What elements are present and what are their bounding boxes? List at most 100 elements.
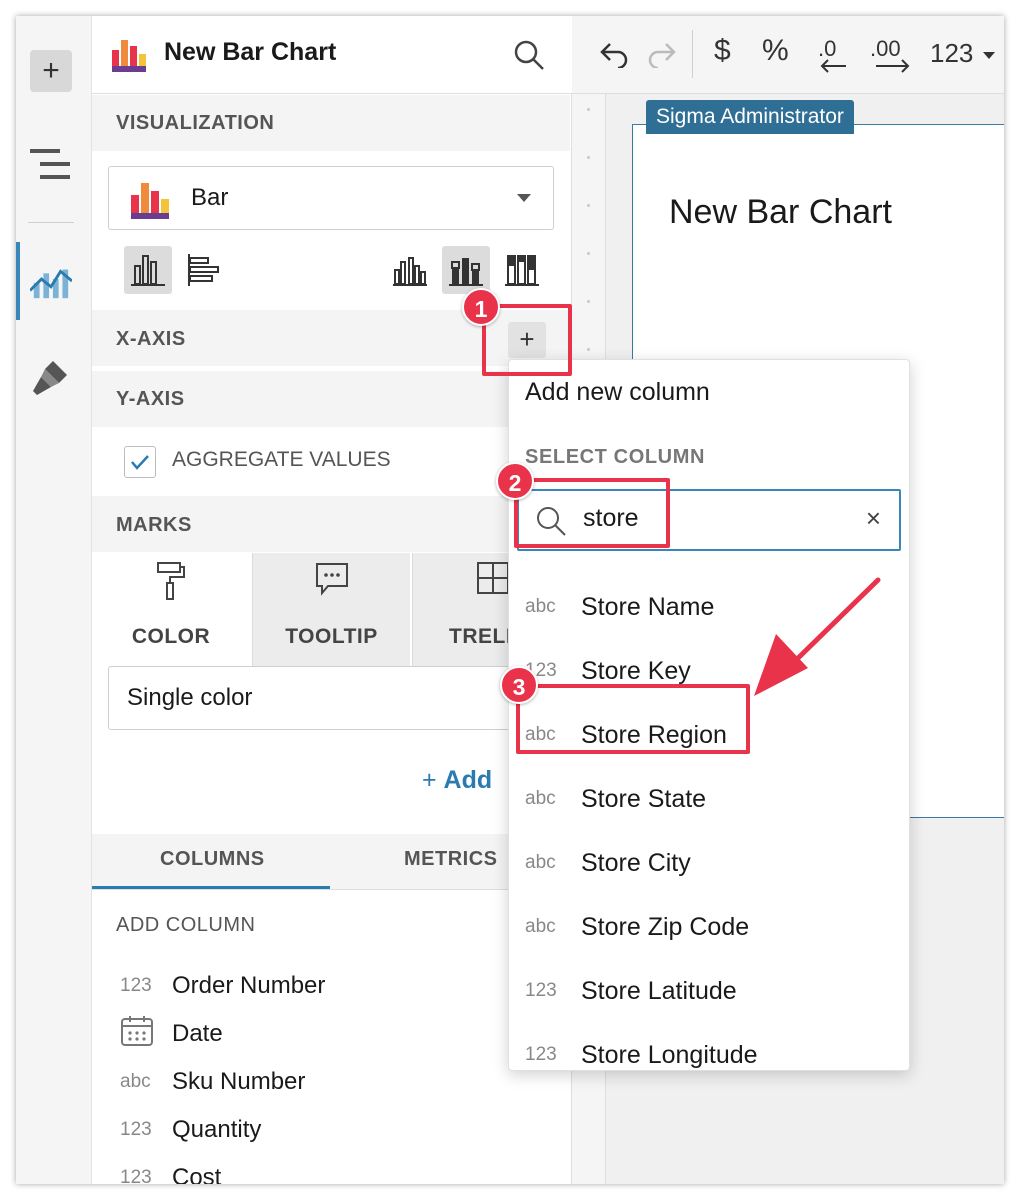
outline-button[interactable] xyxy=(30,144,72,186)
aggregate-values-label: AGGREGATE VALUES xyxy=(172,448,391,471)
tab-tooltip[interactable]: TOOLTIP xyxy=(252,553,410,667)
plus-icon: + xyxy=(42,54,60,87)
grouped-bar-button[interactable] xyxy=(386,246,434,294)
ruler-dot xyxy=(587,204,590,207)
panel-header: New Bar Chart xyxy=(92,16,572,94)
add-color-link[interactable]: + Add xyxy=(422,766,492,795)
column-item[interactable]: abc Sku Number xyxy=(120,1062,305,1102)
calendar-icon xyxy=(121,1016,153,1046)
user-badge: Sigma Administrator xyxy=(646,100,854,134)
undo-icon[interactable] xyxy=(598,40,630,68)
stacked-bar-button[interactable] xyxy=(442,246,490,294)
properties-panel: New Bar Chart VISUALIZATION Bar X-AXIS +… xyxy=(92,16,572,1184)
svg-text:.00: .00 xyxy=(870,36,901,61)
column-name: Store Name xyxy=(581,592,715,621)
column-item[interactable]: 123 Cost xyxy=(120,1158,221,1184)
app-window: + New Bar Chart VISUALIZATION Bar X-AXIS… xyxy=(16,16,1004,1184)
check-icon xyxy=(131,455,149,470)
x-axis-label: X-AXIS xyxy=(116,328,186,350)
tab-color-label: COLOR xyxy=(131,625,211,648)
left-rail: + xyxy=(16,16,92,1184)
paint-roller-icon xyxy=(157,562,185,600)
ruler-dot xyxy=(587,348,590,351)
chevron-down-icon xyxy=(982,51,995,59)
visualization-label: VISUALIZATION xyxy=(116,112,275,134)
vertical-bar-button[interactable] xyxy=(124,246,172,294)
percent-format-icon[interactable]: % xyxy=(762,34,789,68)
rail-divider xyxy=(28,222,74,223)
decrease-decimals-icon[interactable]: .0 xyxy=(814,36,858,76)
annotation-badge-1: 1 xyxy=(462,288,500,326)
marks-label: MARKS xyxy=(116,514,192,536)
columns-metrics-tabs: COLUMNS METRICS xyxy=(92,834,570,890)
list-item[interactable]: 123 Store Latitude xyxy=(525,966,737,1016)
grouped-bars-icon xyxy=(393,257,427,286)
full-stacked-bar-button[interactable] xyxy=(498,246,546,294)
column-type-label: 123 xyxy=(120,1119,152,1140)
toolbar-divider xyxy=(692,30,693,78)
rail-active-indicator xyxy=(16,242,20,320)
list-item[interactable]: 123 Store Longitude xyxy=(525,1030,758,1080)
stacked-bars-icon xyxy=(449,258,483,286)
increase-decimals-icon[interactable]: .00 xyxy=(868,36,918,76)
column-type-label: abc xyxy=(525,596,556,617)
number-format-label: 123 xyxy=(930,38,974,68)
close-icon[interactable]: × xyxy=(866,503,881,534)
column-type-label: 123 xyxy=(525,980,557,1001)
column-type-label: abc xyxy=(525,852,556,873)
active-tab-underline xyxy=(92,886,330,889)
column-item[interactable]: 123 Quantity xyxy=(120,1110,261,1150)
tab-color[interactable]: COLOR xyxy=(92,553,250,667)
column-type-label: abc xyxy=(525,788,556,809)
add-column-label: ADD COLUMN xyxy=(116,914,256,936)
annotation-box-3 xyxy=(516,684,750,754)
horizontal-bars-icon xyxy=(188,254,219,286)
chart-properties-button[interactable] xyxy=(30,260,72,302)
horizontal-bar-button[interactable] xyxy=(180,246,228,294)
color-mode-select[interactable]: Single color xyxy=(108,666,554,730)
chart-analytics-icon xyxy=(30,269,72,299)
annotation-badge-2: 2 xyxy=(496,462,534,500)
add-new-column-option[interactable]: Add new column xyxy=(525,378,710,407)
search-icon[interactable] xyxy=(512,38,546,72)
column-name: Store Zip Code xyxy=(581,912,750,941)
add-element-button[interactable]: + xyxy=(30,50,72,92)
annotation-box-2 xyxy=(514,478,670,548)
annotation-badge-3: 3 xyxy=(500,666,538,704)
paint-brush-icon xyxy=(33,361,67,395)
plus-icon: + xyxy=(422,766,444,794)
list-item[interactable]: abc Store State xyxy=(525,774,706,824)
column-type-label: 123 xyxy=(120,975,152,996)
format-button[interactable] xyxy=(30,356,72,398)
panel-title: New Bar Chart xyxy=(164,38,337,66)
ruler-dot xyxy=(587,300,590,303)
column-name: Store Longitude xyxy=(581,1040,758,1069)
aggregate-values-checkbox[interactable] xyxy=(124,446,156,478)
outline-icon xyxy=(30,149,70,179)
number-format-dropdown[interactable]: 123 xyxy=(930,38,995,69)
column-type xyxy=(120,1015,172,1053)
tab-columns[interactable]: COLUMNS xyxy=(160,848,265,871)
color-mode-value: Single color xyxy=(127,684,253,711)
column-item[interactable]: Date xyxy=(120,1014,223,1054)
format-toolbar: $ % .0 .00 123 xyxy=(572,16,1004,94)
list-item[interactable]: abc Store Name xyxy=(525,582,714,632)
column-name: Order Number xyxy=(172,972,326,999)
bar-chart-icon xyxy=(112,40,146,72)
tab-metrics[interactable]: METRICS xyxy=(404,848,498,871)
vertical-bars-icon xyxy=(131,255,165,286)
currency-format-icon[interactable]: $ xyxy=(714,34,731,68)
chart-type-select[interactable]: Bar xyxy=(108,166,554,230)
chevron-down-icon xyxy=(517,194,531,202)
column-item[interactable]: 123 Order Number xyxy=(120,966,325,1006)
column-type-label: 123 xyxy=(120,1167,152,1184)
ruler-dot xyxy=(587,156,590,159)
ruler-dot xyxy=(587,108,590,111)
column-name: Store State xyxy=(581,784,707,813)
y-axis-label: Y-AXIS xyxy=(116,388,185,410)
list-item[interactable]: abc Store City xyxy=(525,838,691,888)
bar-chart-icon xyxy=(131,183,169,219)
list-item[interactable]: abc Store Zip Code xyxy=(525,902,749,952)
redo-icon[interactable] xyxy=(646,40,678,68)
column-name: Quantity xyxy=(172,1116,262,1143)
